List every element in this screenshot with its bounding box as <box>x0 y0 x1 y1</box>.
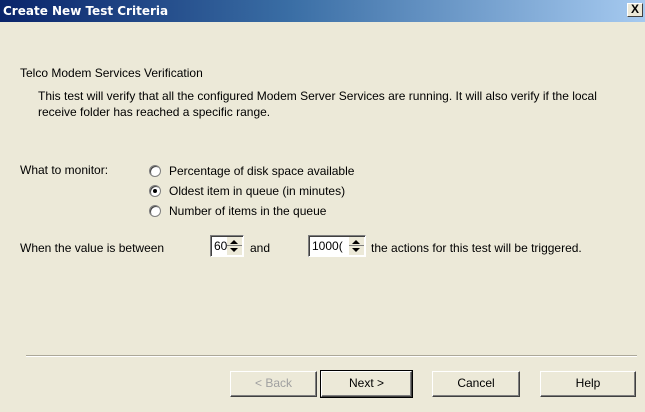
radio-button-disk-space[interactable] <box>149 165 161 177</box>
range-suffix: the actions for this test will be trigge… <box>371 241 582 255</box>
spin-up-icon[interactable] <box>352 240 360 244</box>
max-value-spinner[interactable]: 1000( <box>308 235 366 257</box>
radio-label: Number of items in the queue <box>169 204 327 218</box>
back-button[interactable]: < Back <box>230 371 317 397</box>
test-heading: Telco Modem Services Verification <box>20 66 203 80</box>
radio-option-item-count[interactable]: Number of items in the queue <box>149 203 326 219</box>
range-prefix: When the value is between <box>20 241 165 255</box>
monitor-label: What to monitor: <box>20 163 109 177</box>
min-value-field[interactable]: 60 <box>214 239 227 253</box>
radio-button-oldest-item[interactable] <box>149 185 161 197</box>
spin-down-icon[interactable] <box>352 248 360 252</box>
radio-option-disk-space[interactable]: Percentage of disk space available <box>149 163 354 179</box>
max-spin-buttons[interactable] <box>349 237 364 255</box>
window-title: Create New Test Criteria <box>3 4 169 18</box>
separator <box>26 355 637 357</box>
radio-label: Oldest item in queue (in minutes) <box>169 184 346 198</box>
help-button[interactable]: Help <box>540 371 636 397</box>
test-description: This test will verify that all the confi… <box>38 89 597 119</box>
range-and-label: and <box>250 241 271 255</box>
radio-option-oldest-item[interactable]: Oldest item in queue (in minutes) <box>149 183 345 199</box>
spin-down-icon[interactable] <box>230 248 238 252</box>
min-spin-buttons[interactable] <box>227 237 242 255</box>
title-bar: Create New Test Criteria X <box>0 0 645 22</box>
radio-label: Percentage of disk space available <box>169 164 355 178</box>
radio-button-item-count[interactable] <box>149 205 161 217</box>
min-value-spinner[interactable]: 60 <box>210 235 244 257</box>
cancel-button[interactable]: Cancel <box>432 371 520 397</box>
close-button[interactable]: X <box>627 3 643 17</box>
next-button[interactable]: Next > <box>320 370 413 398</box>
spin-up-icon[interactable] <box>230 240 238 244</box>
max-value-field[interactable]: 1000( <box>312 239 343 253</box>
